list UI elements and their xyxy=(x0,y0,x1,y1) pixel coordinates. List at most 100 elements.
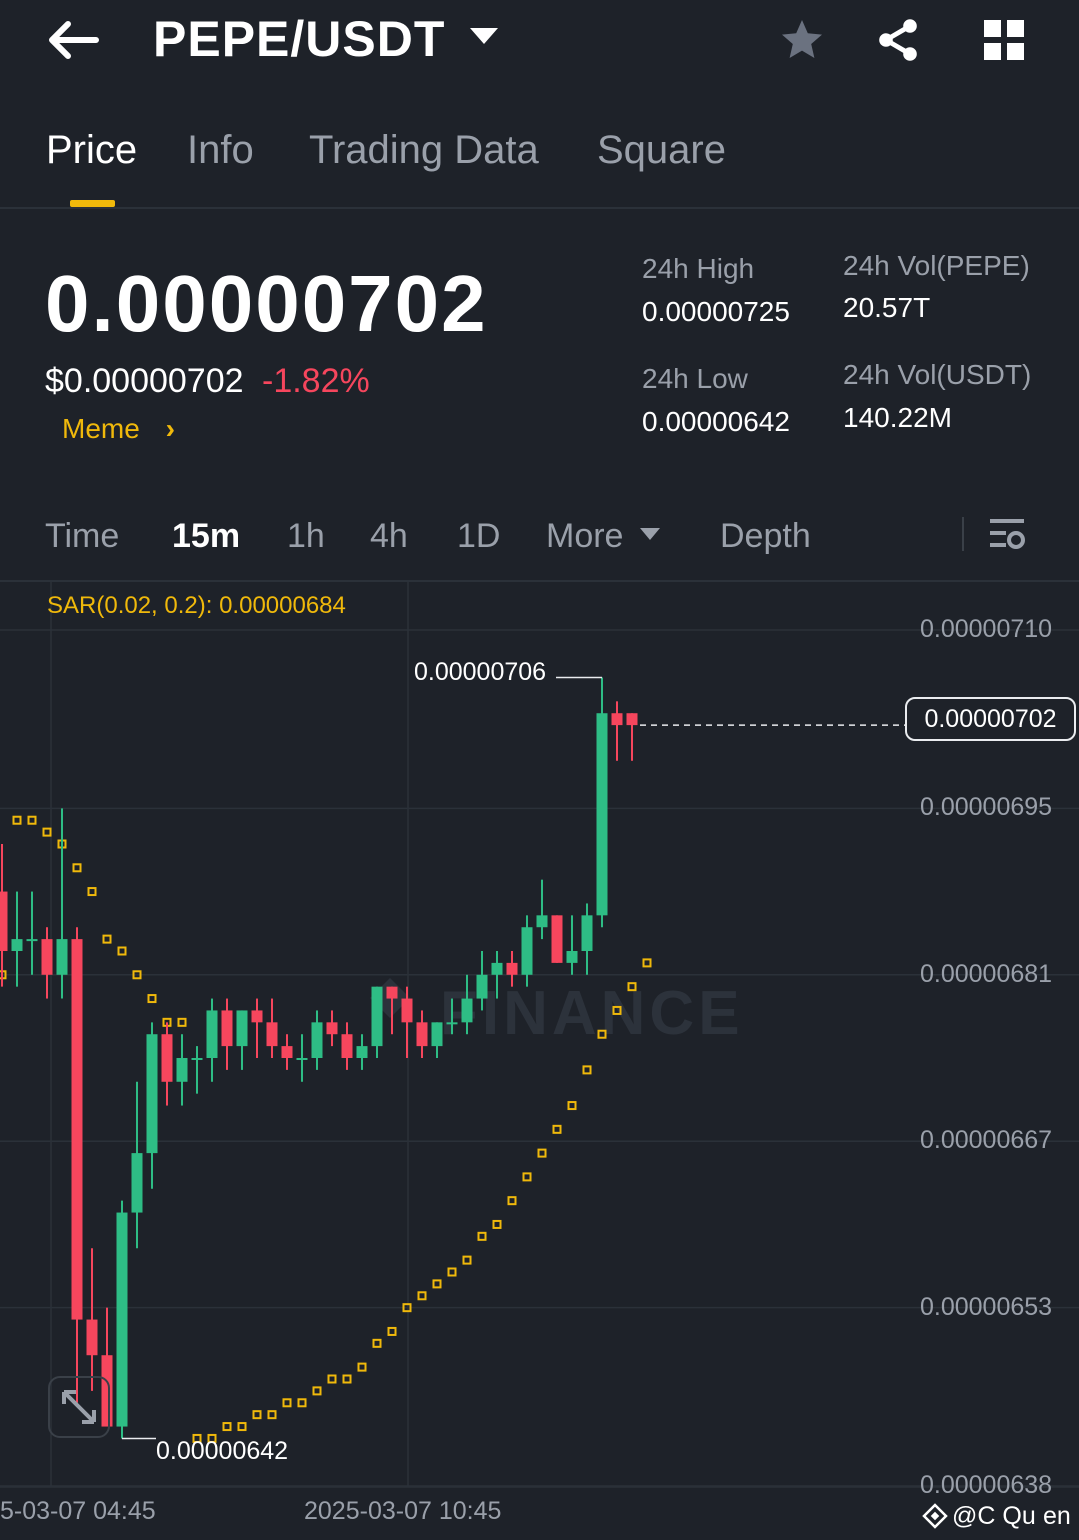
interval-1h[interactable]: 1h xyxy=(287,517,325,556)
candle-body xyxy=(521,927,533,975)
sar-dot xyxy=(417,1291,427,1301)
vol-quote-label: 24h Vol(USDT) xyxy=(843,359,1032,390)
candle-body xyxy=(281,1046,293,1058)
sar-dot xyxy=(342,1374,352,1384)
sar-dot xyxy=(567,1101,577,1111)
pair-title[interactable]: PEPE/USDT xyxy=(153,10,445,68)
sar-dot xyxy=(372,1338,382,1348)
grid-icon[interactable] xyxy=(982,18,1026,62)
interval-separator xyxy=(962,517,964,551)
sar-dot xyxy=(522,1172,532,1182)
tab-trading-data[interactable]: Trading Data xyxy=(309,128,539,173)
sar-dot xyxy=(477,1231,487,1241)
language-label: en xyxy=(1043,1502,1071,1530)
sar-dot xyxy=(327,1374,337,1384)
caret-down-icon[interactable] xyxy=(470,28,498,44)
tab-square[interactable]: Square xyxy=(597,128,726,173)
sar-dot xyxy=(597,1029,607,1039)
candle-body xyxy=(536,915,548,928)
candle-body xyxy=(161,1034,173,1082)
category-tag-label: Meme xyxy=(62,413,140,444)
candle-body xyxy=(26,939,38,942)
vol-quote-value: 140.22M xyxy=(843,402,952,433)
low-marker-label: 0.00000642 xyxy=(156,1437,289,1465)
sar-dot xyxy=(282,1398,292,1408)
sar-dot xyxy=(432,1279,442,1289)
candle-body xyxy=(401,998,413,1023)
sar-dot xyxy=(297,1398,307,1408)
depth-tab[interactable]: Depth xyxy=(720,517,811,556)
candle-body xyxy=(626,713,638,726)
candle-body xyxy=(431,1022,443,1047)
candle-body xyxy=(476,974,488,999)
sar-dot xyxy=(612,1005,622,1015)
candle-body xyxy=(0,891,8,951)
candle-body xyxy=(341,1034,353,1058)
sar-dot xyxy=(582,1065,592,1075)
y-axis-label: 0.00000653 xyxy=(920,1292,1053,1321)
category-tag[interactable]: Meme › xyxy=(62,413,175,445)
sar-dot xyxy=(252,1410,262,1420)
sar-dot xyxy=(492,1219,502,1229)
sar-indicator-label: SAR(0.02, 0.2): 0.00000684 xyxy=(47,592,346,619)
candle-body xyxy=(71,939,83,1320)
chevron-right-icon: › xyxy=(165,413,175,444)
candle-body xyxy=(551,915,563,963)
sar-dot xyxy=(642,958,652,968)
sar-dot xyxy=(357,1362,367,1372)
candle-body xyxy=(386,986,398,999)
candle-body xyxy=(266,1022,278,1047)
active-tab-indicator xyxy=(70,200,115,207)
candle-body xyxy=(371,986,383,1047)
high-label: 24h High xyxy=(642,253,755,284)
back-arrow-icon[interactable] xyxy=(48,20,100,60)
vol-base-value: 20.57T xyxy=(843,292,931,323)
low-label: 24h Low xyxy=(642,363,748,394)
candle-body xyxy=(221,1010,233,1047)
candle-body xyxy=(251,1010,263,1023)
chart-settings-icon[interactable] xyxy=(988,515,1028,555)
vol-base-label: 24h Vol(PEPE) xyxy=(843,250,1030,281)
sar-dot xyxy=(552,1124,562,1134)
time-label-1: 5-03-07 04:45 xyxy=(0,1497,156,1525)
y-axis-label: 0.00000667 xyxy=(920,1126,1053,1155)
current-price-label: 0.00000702 xyxy=(905,697,1076,741)
interval-1d[interactable]: 1D xyxy=(457,517,500,556)
candle-body xyxy=(116,1212,128,1427)
sar-dot xyxy=(627,982,637,992)
star-icon[interactable] xyxy=(778,16,826,64)
expand-chart-button[interactable] xyxy=(48,1376,110,1438)
candle-body xyxy=(11,939,23,951)
tab-price[interactable]: Price xyxy=(46,128,137,173)
candle-body xyxy=(611,713,623,726)
tab-info[interactable]: Info xyxy=(187,128,254,173)
high-value: 0.00000725 xyxy=(642,296,790,327)
interval-more[interactable]: More xyxy=(546,517,623,556)
candle-body xyxy=(146,1034,158,1154)
candle-body xyxy=(581,915,593,951)
expand-icon xyxy=(62,1390,96,1424)
candle-body xyxy=(206,1010,218,1058)
candle-body xyxy=(296,1058,308,1060)
candle-body xyxy=(596,713,608,916)
sar-dot xyxy=(537,1148,547,1158)
interval-15m[interactable]: 15m xyxy=(172,517,240,556)
y-axis-label: 0.00000638 xyxy=(920,1471,1053,1499)
sar-dot xyxy=(72,863,82,873)
watermark-handle: @C Qu xyxy=(952,1502,1036,1530)
tabs-divider xyxy=(0,207,1079,209)
candle-body xyxy=(56,939,68,975)
more-caret-icon xyxy=(640,528,660,540)
sar-dot xyxy=(177,1017,187,1027)
sar-dot xyxy=(462,1255,472,1265)
candle-body xyxy=(446,1022,458,1025)
sar-dot xyxy=(387,1326,397,1336)
candle-body xyxy=(326,1022,338,1035)
interval-time[interactable]: Time xyxy=(45,517,119,556)
candle-body xyxy=(86,1319,98,1356)
y-axis-label: 0.00000681 xyxy=(920,959,1053,988)
sar-dot xyxy=(42,827,52,837)
share-icon[interactable] xyxy=(874,16,922,64)
sar-dot xyxy=(147,994,157,1004)
interval-4h[interactable]: 4h xyxy=(370,517,408,556)
